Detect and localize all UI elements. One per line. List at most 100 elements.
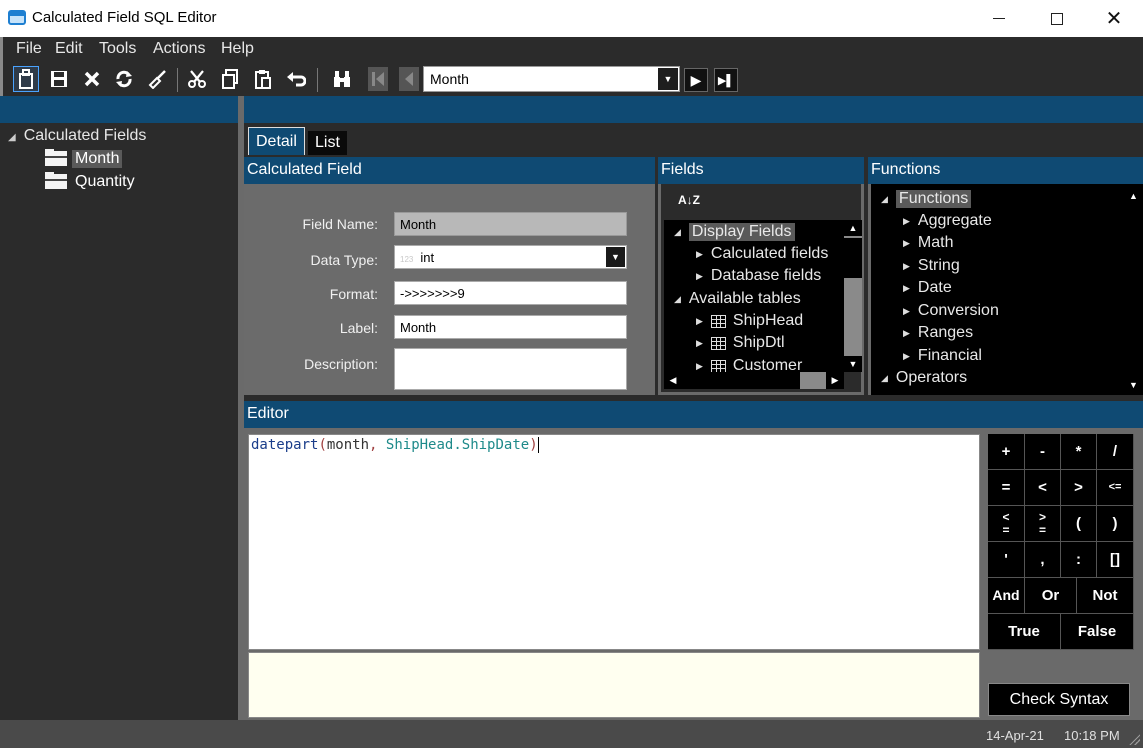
menu-file[interactable]: File [16,40,42,58]
key-left-paren[interactable]: ( [1061,506,1097,542]
fields-vertical-scrollbar[interactable]: ▲ ▼ [844,220,862,372]
tree-item-shipdtl[interactable]: ▶ ShipDtl [696,332,785,354]
functions-vertical-scrollbar[interactable]: ▲ ▼ [1124,188,1143,393]
key-plus[interactable]: + [988,434,1025,470]
expand-icon[interactable]: ▶ [903,283,910,294]
key-less-than[interactable]: < [1025,470,1061,506]
scroll-up-icon[interactable]: ▲ [844,220,862,236]
key-and[interactable]: And [988,578,1025,614]
expand-icon[interactable]: ▶ [903,238,910,249]
search-icon[interactable] [329,66,355,92]
description-input[interactable] [394,348,627,390]
last-record-button[interactable]: ▶▌ [714,68,738,92]
menu-actions[interactable]: Actions [153,40,205,58]
key-or[interactable]: Or [1025,578,1077,614]
tree-node-month[interactable]: Month [45,148,123,169]
expand-icon[interactable]: ▶ [903,216,910,227]
key-equals[interactable]: = [988,470,1025,506]
sort-az-icon[interactable]: A↓Z [678,193,700,207]
expand-icon[interactable]: ◢ [881,373,888,384]
tree-root[interactable]: ◢ Calculated Fields [8,127,146,145]
key-colon[interactable]: : [1061,542,1097,578]
cut-icon[interactable] [184,66,210,92]
tree-item-available-tables[interactable]: ◢ Available tables [674,288,801,310]
tree-item-aggregate[interactable]: ▶ Aggregate [903,210,992,232]
new-icon[interactable] [13,66,39,92]
minimize-button[interactable] [970,0,1028,37]
expand-icon[interactable]: ▶ [696,338,703,349]
menu-tools[interactable]: Tools [99,40,136,58]
tree-item-calculated-fields[interactable]: ▶ Calculated fields [696,243,828,265]
key-not[interactable]: Not [1077,578,1134,614]
previous-record-icon[interactable] [396,66,422,92]
key-multiply[interactable]: * [1061,434,1097,470]
chevron-down-icon[interactable]: ▼ [606,247,625,267]
expand-icon[interactable]: ▶ [696,361,703,372]
scroll-up-icon[interactable]: ▲ [1124,188,1143,204]
tree-item-display-fields[interactable]: ◢ Display Fields [674,221,795,243]
scroll-right-icon[interactable]: ▶ [826,372,844,389]
tree-item-string[interactable]: ▶ String [903,255,960,277]
expand-icon[interactable]: ▶ [903,306,910,317]
expand-icon[interactable]: ▶ [696,316,703,327]
tab-detail[interactable]: Detail [248,127,305,155]
scroll-left-icon[interactable]: ◀ [664,372,682,389]
paste-icon[interactable] [250,66,276,92]
format-input[interactable]: ->>>>>>>9 [394,281,627,305]
sql-editor[interactable]: datepart(month, ShipHead.ShipDate) [248,434,980,650]
expand-icon[interactable]: ◢ [674,294,681,305]
first-record-icon[interactable] [365,66,391,92]
tab-list[interactable]: List [308,131,347,155]
key-right-paren[interactable]: ) [1097,506,1134,542]
scroll-thumb[interactable] [682,372,800,389]
scroll-thumb[interactable] [844,238,862,278]
tree-node-quantity[interactable]: Quantity [45,171,138,192]
key-greater-or-equal[interactable]: < = [988,506,1025,542]
undo-icon[interactable] [283,66,309,92]
scroll-down-icon[interactable]: ▼ [844,356,862,372]
chevron-down-icon[interactable]: ▼ [658,68,678,90]
key-less-or-equal[interactable]: <= [1097,470,1134,506]
check-syntax-button[interactable]: Check Syntax [988,683,1130,716]
expand-icon[interactable]: ▶ [903,351,910,362]
record-selector[interactable]: Month ▼ [423,66,680,92]
copy-icon[interactable] [217,66,243,92]
tree-item-conversion[interactable]: ▶ Conversion [903,300,999,322]
tree-item-operators[interactable]: ◢ Operators [881,367,967,389]
expand-icon[interactable]: ◢ [881,194,888,205]
tree-item-date[interactable]: ▶ Date [903,277,952,299]
expand-icon[interactable]: ▶ [903,328,910,339]
key-greater-than[interactable]: > [1061,470,1097,506]
tree-item-ranges[interactable]: ▶ Ranges [903,322,973,344]
menu-edit[interactable]: Edit [55,40,83,58]
next-record-button[interactable]: ▶ [684,68,708,92]
key-quote[interactable]: ' [988,542,1025,578]
clear-icon[interactable] [144,66,170,92]
key-not-equal[interactable]: > = [1025,506,1061,542]
key-true[interactable]: True [988,614,1061,650]
key-brackets[interactable]: [] [1097,542,1134,578]
tree-item-functions[interactable]: ◢ Functions [881,188,972,210]
expand-icon[interactable]: ◢ [674,227,681,238]
expand-icon[interactable]: ▶ [696,249,703,260]
label-input[interactable]: Month [394,315,627,339]
key-comma[interactable]: , [1025,542,1061,578]
expand-icon[interactable]: ▶ [903,261,910,272]
key-divide[interactable]: / [1097,434,1134,470]
tree-item-financial[interactable]: ▶ Financial [903,345,982,367]
close-button[interactable]: ✕ [1085,0,1143,37]
fields-horizontal-scrollbar[interactable]: ◀ ▶ [664,372,844,389]
key-minus[interactable]: - [1025,434,1061,470]
refresh-icon[interactable] [111,66,137,92]
data-type-select[interactable]: 123 int ▼ [394,245,627,269]
key-false[interactable]: False [1061,614,1134,650]
maximize-button[interactable] [1028,0,1086,37]
resize-grip-icon[interactable] [1128,733,1140,745]
tree-item-database-fields[interactable]: ▶ Database fields [696,265,821,287]
menu-help[interactable]: Help [221,40,254,58]
save-icon[interactable] [46,66,72,92]
scroll-down-icon[interactable]: ▼ [1124,377,1143,393]
expand-icon[interactable]: ▶ [696,271,703,282]
delete-icon[interactable] [79,66,105,92]
tree-item-shiphead[interactable]: ▶ ShipHead [696,310,803,332]
